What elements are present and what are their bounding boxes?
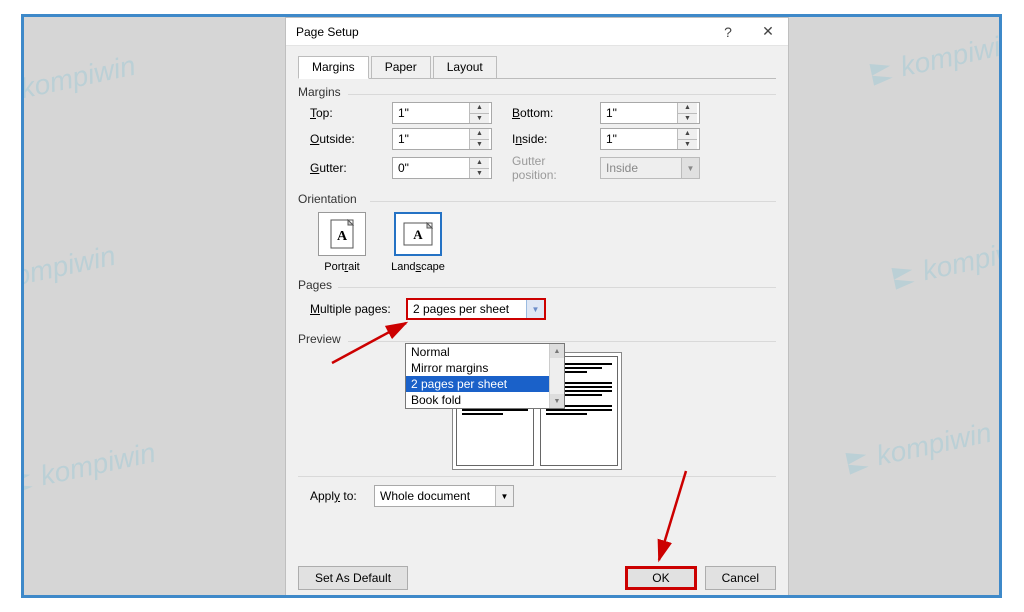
- bottom-label: Bottom:: [512, 106, 590, 120]
- bottom-input[interactable]: [601, 103, 677, 123]
- inside-input[interactable]: [601, 129, 677, 149]
- landscape-label: Landscape: [391, 261, 445, 273]
- landscape-button[interactable]: A Landscape: [386, 212, 450, 273]
- orientation-group: Orientation A Portrait A Landscape: [298, 192, 776, 273]
- top-input[interactable]: [393, 103, 469, 123]
- dialog-title: Page Setup: [286, 25, 708, 39]
- gutter-position-label: Gutter position:: [512, 154, 590, 182]
- apply-to-label: Apply to:: [310, 489, 374, 503]
- option-book-fold[interactable]: Book fold: [406, 392, 564, 408]
- cancel-button[interactable]: Cancel: [705, 566, 776, 590]
- multiple-pages-dropdown[interactable]: Normal Mirror margins 2 pages per sheet …: [405, 343, 565, 409]
- top-spinner[interactable]: ▲▼: [392, 102, 492, 124]
- page-setup-dialog: Page Setup ? ✕ Margins Paper Layout Marg…: [285, 17, 789, 598]
- chevron-down-icon: ▼: [681, 158, 699, 178]
- spin-down-icon[interactable]: ▼: [678, 140, 697, 150]
- multiple-pages-value: 2 pages per sheet: [408, 302, 526, 316]
- apply-to-select[interactable]: Whole document ▼: [374, 485, 514, 507]
- spin-up-icon[interactable]: ▲: [678, 129, 697, 140]
- inside-spinner[interactable]: ▲▼: [600, 128, 700, 150]
- chevron-down-icon[interactable]: ▼: [495, 486, 513, 506]
- help-button[interactable]: ?: [708, 18, 748, 46]
- multiple-pages-label: Multiple pages:: [310, 302, 406, 316]
- screenshot-frame: kompiwin kompiwin kompiwin kompiwin komp…: [21, 14, 1002, 598]
- landscape-icon: A: [394, 212, 442, 256]
- bottom-spinner[interactable]: ▲▼: [600, 102, 700, 124]
- spin-up-icon[interactable]: ▲: [470, 158, 489, 169]
- gutter-position-select: Inside▼: [600, 157, 700, 179]
- spin-up-icon[interactable]: ▲: [470, 129, 489, 140]
- portrait-label: Portrait: [324, 261, 359, 273]
- multiple-pages-select[interactable]: 2 pages per sheet ▼: [406, 298, 546, 320]
- preview-section-label: Preview: [298, 332, 341, 346]
- pages-group: Pages Multiple pages: 2 pages per sheet …: [298, 278, 776, 320]
- chevron-down-icon[interactable]: ▼: [526, 300, 544, 318]
- portrait-icon: A: [318, 212, 366, 256]
- tab-strip: Margins Paper Layout: [298, 55, 776, 79]
- margins-section-label: Margins: [298, 85, 341, 99]
- spin-down-icon[interactable]: ▼: [470, 140, 489, 150]
- gutter-label: Gutter:: [310, 161, 382, 175]
- ok-button[interactable]: OK: [625, 566, 696, 590]
- gutter-input[interactable]: [393, 158, 469, 178]
- gutter-spinner[interactable]: ▲▼: [392, 157, 492, 179]
- spin-up-icon[interactable]: ▲: [678, 103, 697, 114]
- tab-paper[interactable]: Paper: [371, 56, 431, 79]
- pages-section-label: Pages: [298, 278, 332, 292]
- margins-group: Margins Top: ▲▼ Bottom: ▲▼ Outside: ▲▼ I…: [298, 85, 776, 182]
- set-as-default-button[interactable]: Set As Default: [298, 566, 408, 590]
- option-2-pages-per-sheet[interactable]: 2 pages per sheet: [406, 376, 564, 392]
- spin-down-icon[interactable]: ▼: [678, 114, 697, 124]
- close-button[interactable]: ✕: [748, 18, 788, 46]
- inside-label: Inside:: [512, 132, 590, 146]
- dialog-buttons: Set As Default OK Cancel: [286, 566, 788, 590]
- svg-text:A: A: [413, 227, 423, 242]
- option-normal[interactable]: Normal: [406, 344, 564, 360]
- titlebar: Page Setup ? ✕: [286, 18, 788, 46]
- spin-up-icon[interactable]: ▲: [470, 103, 489, 114]
- outside-spinner[interactable]: ▲▼: [392, 128, 492, 150]
- svg-text:A: A: [337, 229, 348, 244]
- portrait-button[interactable]: A Portrait: [310, 212, 374, 273]
- option-mirror-margins[interactable]: Mirror margins: [406, 360, 564, 376]
- scroll-down-icon[interactable]: ▼: [550, 394, 564, 408]
- dropdown-scrollbar[interactable]: ▲▼: [549, 344, 564, 408]
- apply-to-value: Whole document: [375, 489, 495, 503]
- spin-down-icon[interactable]: ▼: [470, 169, 489, 179]
- tab-margins[interactable]: Margins: [298, 56, 369, 79]
- outside-input[interactable]: [393, 129, 469, 149]
- top-label: Top:: [310, 106, 382, 120]
- scroll-up-icon[interactable]: ▲: [550, 344, 564, 358]
- outside-label: Outside:: [310, 132, 382, 146]
- tab-layout[interactable]: Layout: [433, 56, 497, 79]
- spin-down-icon[interactable]: ▼: [470, 114, 489, 124]
- orientation-section-label: Orientation: [298, 192, 357, 206]
